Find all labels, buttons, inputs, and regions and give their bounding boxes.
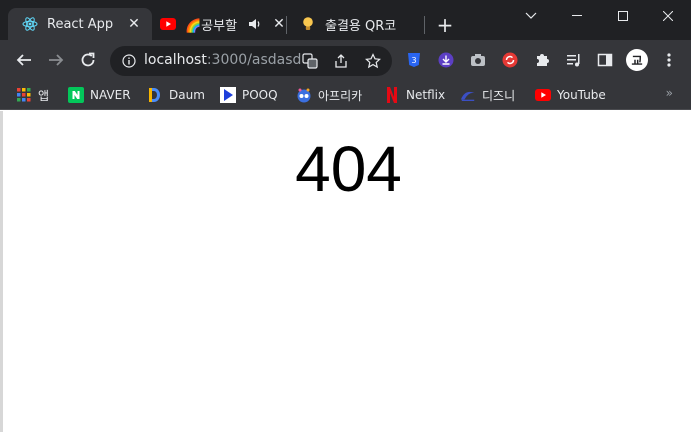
- netflix-icon: [384, 87, 400, 103]
- back-button[interactable]: [10, 46, 38, 74]
- bookmarks-overflow-button[interactable]: »: [666, 86, 673, 100]
- react-icon: [22, 16, 38, 32]
- not-found-heading: 404: [295, 133, 402, 205]
- camera-extension-icon[interactable]: [464, 46, 492, 74]
- tab-title: 출결용 QR코: [325, 18, 397, 34]
- new-tab-button[interactable]: +: [434, 14, 456, 36]
- tab-youtube[interactable]: 🌈공부할 ✕: [152, 8, 286, 40]
- css-extension-icon[interactable]: 3: [400, 46, 428, 74]
- bookmark-label: 아프리카: [318, 88, 363, 103]
- tab-title: React App: [47, 16, 114, 32]
- sync-extension-icon[interactable]: [496, 46, 524, 74]
- url-text: localhost:3000/asdasd: [144, 52, 301, 68]
- youtube-icon: [535, 87, 551, 103]
- bookmark-afreeca[interactable]: 아프리카: [296, 85, 362, 105]
- maximize-button[interactable]: [600, 0, 646, 32]
- bookmark-label: Daum: [169, 88, 205, 102]
- bookmark-label: YouTube: [557, 88, 606, 102]
- title-bar: React App ✕ 🌈공부할 ✕ 출결용 QR코 +: [0, 0, 691, 40]
- side-panel-icon[interactable]: [591, 46, 619, 74]
- address-bar[interactable]: localhost:3000/asdasd: [110, 46, 392, 76]
- forward-button[interactable]: [42, 46, 70, 74]
- youtube-icon: [160, 16, 176, 32]
- url-path: :3000/asdasd: [206, 52, 302, 68]
- reload-button[interactable]: [74, 46, 102, 74]
- bookmark-netflix[interactable]: Netflix: [384, 85, 445, 105]
- daum-icon: [147, 87, 163, 103]
- tab-separator: [286, 16, 287, 34]
- bookmark-label: NAVER: [90, 88, 131, 102]
- naver-icon: [68, 87, 84, 103]
- lightbulb-icon: [300, 16, 316, 32]
- svg-text:3: 3: [411, 56, 416, 65]
- extensions-puzzle-icon[interactable]: [528, 46, 556, 74]
- bookmarks-bar: 앱 NAVER Daum POOQ 아프리카 Netflix 디즈니 YouTu…: [0, 80, 691, 110]
- bookmark-disney[interactable]: 디즈니: [460, 85, 515, 105]
- bookmark-youtube[interactable]: YouTube: [535, 85, 606, 105]
- bookmark-star-icon[interactable]: [363, 51, 383, 71]
- afreeca-icon: [296, 87, 312, 103]
- translate-icon[interactable]: [300, 51, 320, 71]
- bookmark-label: 디즈니: [482, 88, 516, 103]
- pooq-icon: [220, 87, 236, 103]
- audio-playing-icon[interactable]: [247, 16, 263, 32]
- bookmark-label: Netflix: [406, 88, 446, 102]
- tab-react-app[interactable]: React App ✕: [8, 8, 152, 40]
- info-icon[interactable]: [119, 51, 139, 71]
- url-host: localhost: [144, 52, 207, 68]
- bookmark-naver[interactable]: NAVER: [68, 85, 131, 105]
- avatar: 교: [626, 49, 648, 71]
- media-control-icon[interactable]: [560, 46, 588, 74]
- apps-grid-icon: [16, 87, 32, 103]
- tab-qr[interactable]: 출결용 QR코: [288, 8, 420, 40]
- bookmark-label: POOQ: [242, 88, 278, 102]
- page-content: 404: [0, 111, 691, 432]
- minimize-button[interactable]: [554, 0, 600, 32]
- close-icon[interactable]: ✕: [126, 16, 142, 32]
- chevron-down-icon[interactable]: [508, 0, 554, 32]
- share-icon[interactable]: [331, 51, 351, 71]
- close-icon[interactable]: ✕: [271, 16, 287, 32]
- browser-toolbar: localhost:3000/asdasd 3 교: [0, 40, 691, 80]
- more-menu-icon[interactable]: [655, 46, 683, 74]
- close-window-button[interactable]: [645, 0, 691, 32]
- disney-icon: [460, 87, 476, 103]
- bookmark-daum[interactable]: Daum: [147, 85, 205, 105]
- bookmark-pooq[interactable]: POOQ: [220, 85, 278, 105]
- profile-avatar[interactable]: 교: [623, 46, 651, 74]
- tab-title: 🌈공부할: [185, 18, 238, 34]
- tab-separator: [424, 16, 425, 34]
- bookmark-label: 앱: [38, 88, 50, 103]
- download-extension-icon[interactable]: [432, 46, 460, 74]
- bookmark-apps[interactable]: 앱: [16, 85, 49, 105]
